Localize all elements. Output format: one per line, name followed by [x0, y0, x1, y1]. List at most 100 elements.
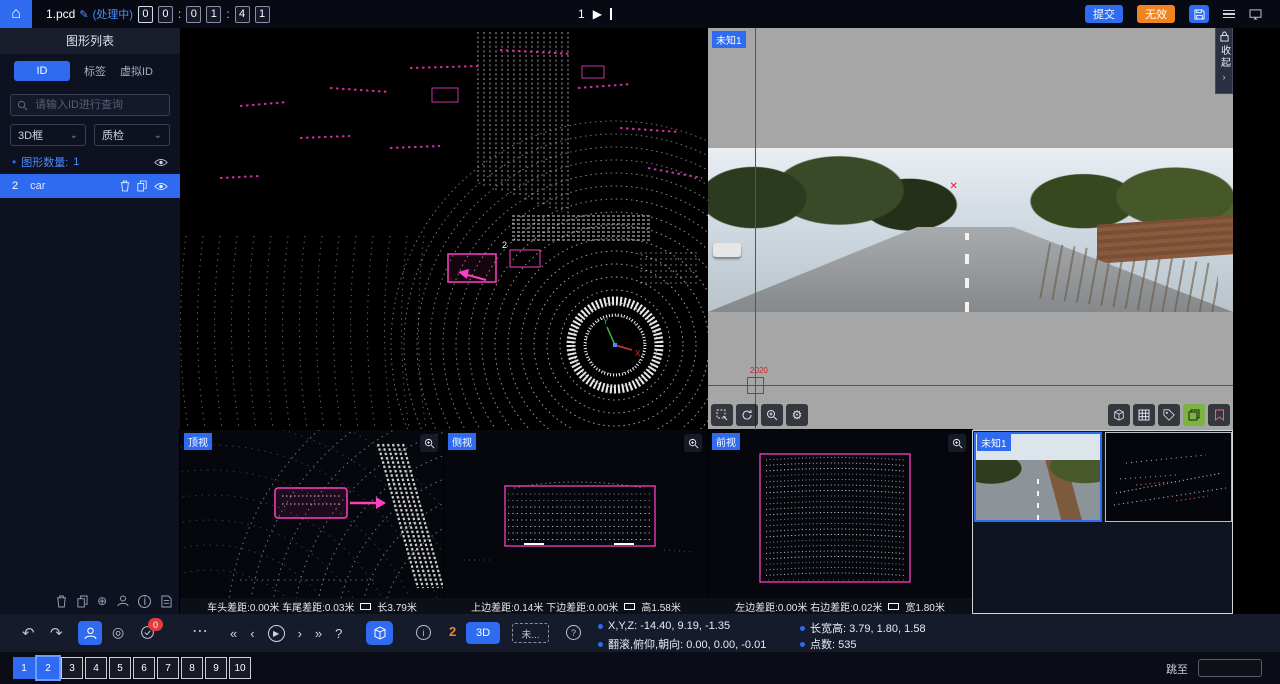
- frame-number: 1: [578, 7, 585, 21]
- bullet-icon: [598, 624, 603, 629]
- person-icon: [117, 595, 129, 607]
- stats-text: 车头差距:0.00米 车尾差距:0.03米: [207, 599, 354, 614]
- person-tool-button[interactable]: [117, 595, 129, 607]
- parked-car: [713, 243, 741, 257]
- item-label: car: [30, 180, 45, 192]
- sidebar-tabs: ID 标签 虚拟ID: [0, 56, 180, 86]
- frame-cell[interactable]: 10: [229, 657, 251, 679]
- rotate-tool-button[interactable]: [736, 404, 758, 426]
- visibility-toggle[interactable]: [154, 158, 168, 167]
- main-point-cloud-view[interactable]: Y X 2: [180, 28, 708, 430]
- tab-id[interactable]: ID: [14, 61, 70, 81]
- undo-button[interactable]: ↶: [22, 624, 35, 642]
- box-tool-button-active[interactable]: [366, 621, 393, 645]
- points-readout: 点数: 535: [800, 636, 856, 652]
- zoom-in-icon: [766, 409, 778, 421]
- record-target-button[interactable]: ◎: [112, 624, 124, 641]
- info-tool-button[interactable]: i: [138, 595, 151, 608]
- right-gap: [1233, 28, 1280, 614]
- play-pause-button[interactable]: ▶: [268, 625, 285, 642]
- target-tool-button[interactable]: ⊕: [97, 594, 107, 608]
- save-button[interactable]: [1189, 5, 1209, 23]
- invalid-button[interactable]: 无效: [1137, 5, 1175, 23]
- xyz-text: X,Y,Z: -14.40, 9.19, -1.35: [608, 620, 730, 632]
- info-icon: i: [144, 594, 147, 608]
- dimension-value: 长3.79米: [377, 599, 416, 614]
- frame-cell[interactable]: 6: [133, 657, 155, 679]
- cube-view-button[interactable]: [1108, 404, 1130, 426]
- tab-virtual-id[interactable]: 虚拟ID: [120, 63, 153, 79]
- frame-cell-current[interactable]: 2: [37, 657, 59, 679]
- home-button[interactable]: ⌂: [0, 0, 32, 28]
- play-icon: ▶: [273, 629, 279, 638]
- qc-dropdown[interactable]: 质检 ⌄: [94, 124, 170, 146]
- frame-cell[interactable]: 9: [205, 657, 227, 679]
- jump-to-input[interactable]: [1198, 659, 1262, 677]
- frame-cell[interactable]: 8: [181, 657, 203, 679]
- annotator-mode-button-active[interactable]: [78, 621, 102, 645]
- screen-button[interactable]: [1249, 9, 1262, 20]
- counter-box: 1: [206, 6, 221, 23]
- zoom-tool-button[interactable]: [761, 404, 783, 426]
- next-frame-button[interactable]: ›: [298, 626, 302, 641]
- settings-tool-button[interactable]: ⚙: [786, 404, 808, 426]
- grid-view-button[interactable]: [1133, 404, 1155, 426]
- note-tool-button[interactable]: [161, 595, 172, 608]
- rewind-button[interactable]: «: [230, 626, 237, 641]
- side-view-stats: 上边差距:0.14米 下边差距:0.00米 高1.58米: [444, 598, 708, 614]
- playback-help-button[interactable]: ?: [335, 626, 342, 641]
- item-visibility-toggle[interactable]: [154, 182, 168, 191]
- delete-tool-button[interactable]: [56, 595, 67, 608]
- pointcloud-thumbnail[interactable]: [1105, 432, 1232, 522]
- mode-3d-button[interactable]: 3D: [466, 622, 500, 644]
- menu-icon: [1223, 10, 1235, 19]
- camera-image-view[interactable]: 未知1 ✕ 2020 ⚙: [708, 28, 1233, 430]
- zoom-button[interactable]: [420, 434, 438, 452]
- frame-cell[interactable]: 7: [157, 657, 179, 679]
- copy-tool-button[interactable]: [77, 595, 88, 608]
- layers-view-button-active[interactable]: [1183, 404, 1205, 426]
- counter-box: 0: [186, 6, 201, 23]
- frame-cell[interactable]: 3: [61, 657, 83, 679]
- trash-icon: [56, 595, 67, 608]
- monitor-icon: [1249, 9, 1262, 20]
- prev-frame-button[interactable]: ‹: [250, 626, 254, 641]
- zoom-button[interactable]: [948, 434, 966, 452]
- top-ortho-view[interactable]: 顶视 车头差距:0.00米 车尾差距:0.03米 长3.79米: [180, 430, 444, 614]
- info-button[interactable]: i: [416, 625, 431, 640]
- zoom-button[interactable]: [684, 434, 702, 452]
- fast-forward-button[interactable]: »: [315, 626, 322, 641]
- crosshair-horizontal: [708, 385, 1233, 386]
- collapse-panel-button[interactable]: 收起 ›: [1215, 28, 1233, 94]
- front-ortho-view[interactable]: 前视 左边差距:0.00米 右边差距:0.02米 宽1.80米: [708, 430, 972, 614]
- side-view-label: 侧视: [448, 433, 476, 450]
- frame-cell[interactable]: 5: [109, 657, 131, 679]
- search-input[interactable]: [33, 98, 163, 112]
- frame-cell[interactable]: 1: [13, 657, 35, 679]
- qc-value: 质检: [102, 127, 124, 143]
- copy-item-button[interactable]: [137, 180, 147, 192]
- flag-view-button[interactable]: [1208, 404, 1230, 426]
- help-icon: ?: [571, 628, 576, 638]
- tab-label[interactable]: 标签: [84, 63, 106, 79]
- status-toolbar: ↶ ↷ ◎ 0 ⋯ « ‹ ▶ › » ? i 2 3D 未... ? X,Y,…: [0, 614, 1280, 652]
- edit-icon[interactable]: ✎: [79, 8, 88, 21]
- label-help-button[interactable]: ?: [566, 625, 581, 640]
- shape-type-dropdown[interactable]: 3D框 ⌄: [10, 124, 86, 146]
- tag-view-button[interactable]: [1158, 404, 1180, 426]
- more-button[interactable]: ⋯: [192, 621, 208, 641]
- delete-item-button[interactable]: [120, 180, 130, 192]
- dimension-icon: [360, 603, 371, 610]
- redo-button[interactable]: ↷: [50, 624, 63, 642]
- menu-button[interactable]: [1223, 10, 1235, 19]
- play-button[interactable]: ▶: [593, 7, 602, 21]
- frame-cell[interactable]: 4: [85, 657, 107, 679]
- side-ortho-view[interactable]: 侧视 上边差距:0.14米 下边差距:0.00米 高1.58米: [444, 430, 708, 614]
- select-tool-button[interactable]: [711, 404, 733, 426]
- shape-list-item[interactable]: 2 car: [0, 174, 180, 198]
- submit-button[interactable]: 提交: [1085, 5, 1123, 23]
- points-text: 点数: 535: [810, 636, 856, 652]
- frame-strip: 1 2 3 4 5 6 7 8 9 10 跳至: [0, 652, 1280, 684]
- label-tag-box[interactable]: 未...: [512, 623, 549, 643]
- id-search-box[interactable]: [10, 94, 170, 116]
